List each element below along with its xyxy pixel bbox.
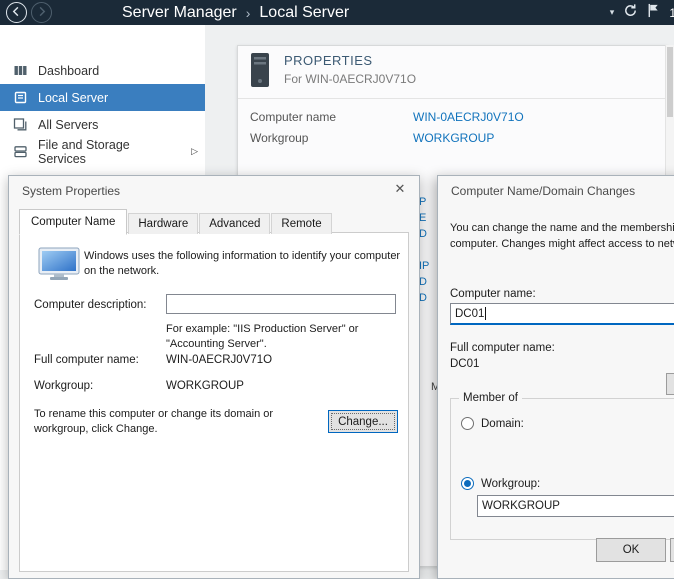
member-of-groupbox: Member of Domain: Workgroup: WORKGROUP [450,398,674,540]
identify-info-text: Windows uses the following information t… [84,249,408,280]
background-fragment: D [419,276,427,288]
background-fragment: D [419,228,427,240]
workgroup-input[interactable]: WORKGROUP [477,495,674,517]
tab-advanced[interactable]: Advanced [199,213,270,234]
computer-name-tab-panel: Windows uses the following information t… [19,232,409,572]
computer-name-label: Computer name: [450,288,536,300]
member-of-legend: Member of [459,392,522,404]
full-computer-name-value: DC01 [450,358,479,370]
forward-button[interactable] [31,2,52,23]
computer-name-input-value: DC01 [455,308,484,320]
server-icon [13,90,28,105]
workgroup-radio-icon[interactable] [461,477,474,490]
properties-tile-header: PROPERTIES For WIN-0AECRJ0V71O [238,46,667,99]
sidebar-item-label: File and Storage Services [38,138,181,166]
workgroup-radio-row[interactable]: Workgroup: [461,477,540,490]
properties-title: PROPERTIES [284,53,416,68]
background-fragment: D [419,292,427,304]
tab-remote[interactable]: Remote [271,213,331,234]
ok-button[interactable]: OK [596,538,666,562]
monitor-icon [38,247,80,286]
background-fragment: IP [419,260,429,272]
workgroup-label: Workgroup: [34,380,93,392]
change-info-text-line1: You can change the name and the membersh… [450,221,674,236]
full-computer-name-value: WIN-0AECRJ0V71O [166,354,272,366]
top-bar: Server Manager › Local Server ▾ 1 [0,0,674,25]
background-fragment: P [419,196,426,208]
properties-server-icon [248,51,272,94]
dashboard-icon [13,63,28,78]
workgroup-radio-label: Workgroup: [481,478,540,490]
property-row: Workgroup WORKGROUP [238,127,667,148]
sidebar-item-label: All Servers [38,118,98,132]
computer-name-domain-changes-dialog: Computer Name/Domain Changes You can cha… [437,175,674,579]
scrollbar-thumb[interactable] [667,47,673,117]
domain-radio-label: Domain: [481,418,524,430]
system-properties-dialog: System Properties ✕ Computer Name Hardwa… [8,175,420,579]
back-button[interactable] [6,2,27,23]
change-button[interactable]: Change... [328,410,398,433]
back-arrow-icon [11,4,22,22]
close-icon[interactable]: ✕ [389,181,411,199]
sidebar-item-file-storage-services[interactable]: File and Storage Services ▷ [0,138,205,165]
domain-radio-row[interactable]: Domain: [461,417,524,430]
app-title: Server Manager [122,4,237,22]
full-computer-name-label: Full computer name: [34,354,139,366]
breadcrumb: Server Manager › Local Server [122,4,349,22]
computer-description-input[interactable] [166,294,396,314]
workgroup-value: WORKGROUP [166,380,244,392]
forward-arrow-icon [36,4,47,22]
tab-computer-name[interactable]: Computer Name [19,209,127,235]
dialog-title[interactable]: Computer Name/Domain Changes [451,184,635,198]
computer-name-link[interactable]: WIN-0AECRJ0V71O [413,110,524,124]
tab-hardware[interactable]: Hardware [128,213,198,234]
breadcrumb-separator-icon: › [246,5,251,21]
tab-strip: Computer Name Hardware Advanced Remote [19,209,333,234]
background-fragment: E [419,212,426,224]
breadcrumb-current: Local Server [259,4,349,22]
property-label: Computer name [250,110,413,124]
rename-hint-text: To rename this computer or change its do… [34,407,314,438]
change-info-text-line2: computer. Changes might affect access to… [450,237,674,252]
notification-count[interactable]: 1 [669,6,674,20]
cancel-button-cut[interactable] [670,538,674,562]
computer-description-label: Computer description: [34,299,147,311]
storage-icon [13,144,28,159]
full-computer-name-label: Full computer name: [450,342,555,354]
refresh-icon[interactable] [623,3,638,23]
description-example-hint: For example: "IIS Production Server" or … [166,322,388,352]
sidebar-item-dashboard[interactable]: Dashboard [0,57,205,84]
domain-radio-icon[interactable] [461,417,474,430]
servers-icon [13,117,28,132]
topbar-actions: ▾ 1 [610,3,674,23]
workgroup-link[interactable]: WORKGROUP [413,131,494,145]
workgroup-input-value: WORKGROUP [482,500,560,512]
sidebar-item-label: Dashboard [38,64,99,78]
expand-arrow-icon[interactable]: ▷ [191,146,205,157]
property-row: Computer name WIN-0AECRJ0V71O [238,106,667,127]
property-label: Workgroup [250,131,413,145]
dialog-title[interactable]: System Properties [22,184,120,198]
text-cursor [485,307,486,320]
properties-subtitle: For WIN-0AECRJ0V71O [284,72,416,86]
sidebar-item-local-server[interactable]: Local Server [0,84,205,111]
sidebar-item-label: Local Server [38,91,108,105]
flag-icon[interactable] [647,3,660,23]
more-button-cut[interactable] [666,373,674,395]
computer-name-input[interactable]: DC01 [450,303,674,325]
chevron-down-icon[interactable]: ▾ [610,7,615,18]
sidebar-item-all-servers[interactable]: All Servers [0,111,205,138]
